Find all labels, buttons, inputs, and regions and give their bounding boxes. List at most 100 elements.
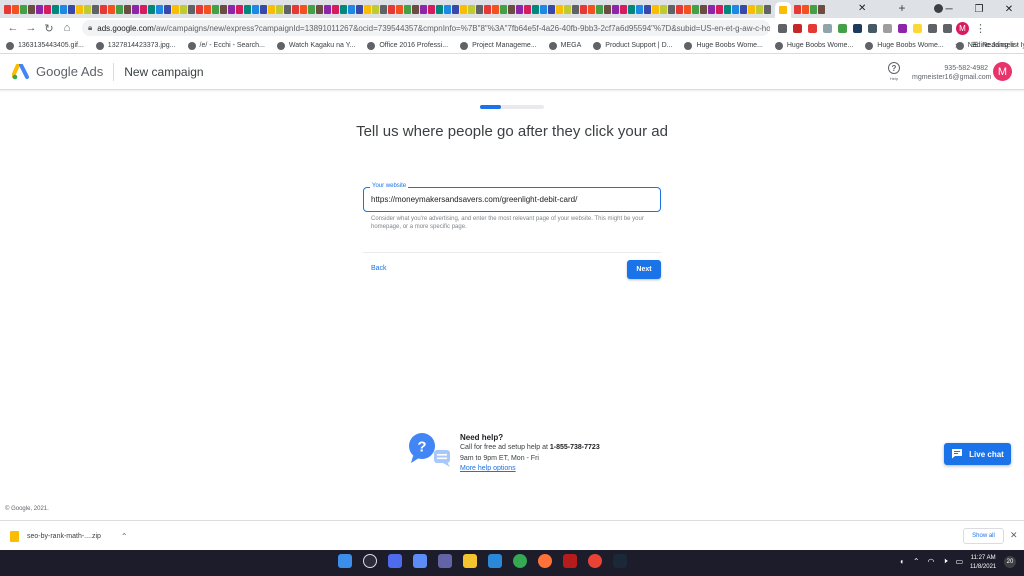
taskbar-clock[interactable]: 11:27 AM 11/8/2021	[970, 554, 996, 572]
home-icon[interactable]: ⌂	[58, 22, 76, 34]
tab-favicon-icon[interactable]	[580, 4, 587, 14]
tab-favicon-icon[interactable]	[140, 4, 147, 14]
tab-favicon-icon[interactable]	[228, 4, 235, 14]
tab-favicon-icon[interactable]	[588, 4, 595, 14]
tab-favicon-icon[interactable]	[732, 4, 739, 14]
tab-favicon-icon[interactable]	[172, 4, 179, 14]
tab-favicon-icon[interactable]	[108, 4, 115, 14]
tab-favicon-icon[interactable]	[636, 4, 643, 14]
bookmark-item[interactable]: 1327814423373.jpg...	[95, 41, 176, 50]
tab-favicon-icon[interactable]	[244, 4, 251, 14]
tab-favicon-icon[interactable]	[540, 4, 547, 14]
tab-favicon-icon[interactable]	[292, 4, 299, 14]
tab-favicon-icon[interactable]	[188, 4, 195, 14]
tab-favicon-icon[interactable]	[12, 4, 19, 14]
tab-favicon-icon[interactable]	[444, 4, 451, 14]
tab-favicon-icon[interactable]	[500, 4, 507, 14]
start-menu-icon[interactable]	[338, 554, 352, 568]
chevron-up-icon[interactable]: ⌃	[121, 532, 128, 541]
tab-favicon-icon[interactable]	[124, 4, 131, 14]
search-icon[interactable]	[363, 554, 377, 568]
reading-list-button[interactable]: ☰ Reading list	[972, 41, 1019, 50]
next-button[interactable]: Next	[627, 260, 661, 279]
tab-favicon-icon[interactable]	[516, 4, 523, 14]
tab-favicon-icon[interactable]	[236, 4, 243, 14]
bookmark-item[interactable]: Product Support | D...	[593, 41, 672, 50]
tab-favicon-icon[interactable]	[356, 4, 363, 14]
tab-favicon-icon[interactable]	[396, 4, 403, 14]
wifi-icon[interactable]: ◠	[928, 557, 935, 566]
tab-favicon-icon[interactable]	[420, 4, 427, 14]
tab-favicon-icon[interactable]	[268, 4, 275, 14]
extension-icon[interactable]	[853, 23, 862, 33]
tab-favicon-icon[interactable]	[212, 4, 219, 14]
tab-favicon-icon[interactable]	[548, 4, 555, 14]
tab-favicon-icon[interactable]	[652, 4, 659, 14]
bookmark-item[interactable]: Office 2016 Professi...	[367, 41, 448, 50]
tab-favicon-icon[interactable]	[476, 4, 483, 14]
firefox-icon[interactable]	[538, 554, 552, 568]
active-tab[interactable]	[775, 2, 791, 18]
download-item[interactable]: seo-by-rank-math-....zip ⌃	[10, 531, 128, 542]
tab-favicon-icon[interactable]	[340, 4, 347, 14]
tab-favicon-icon[interactable]	[802, 4, 809, 14]
minimize-icon[interactable]: ─	[934, 4, 964, 15]
tab-favicon-icon[interactable]	[428, 4, 435, 14]
tab-favicon-icon[interactable]	[460, 4, 467, 14]
tab-favicon-icon[interactable]	[60, 4, 67, 14]
tab-favicon-icon[interactable]	[436, 4, 443, 14]
tab-favicon-icon[interactable]	[556, 4, 563, 14]
profile-avatar[interactable]: M	[956, 21, 969, 35]
tab-favicon-icon[interactable]	[668, 4, 675, 14]
tab-favicon-icon[interactable]	[132, 4, 139, 14]
widgets-icon[interactable]	[413, 554, 427, 568]
file-explorer-icon[interactable]	[463, 554, 477, 568]
notification-badge[interactable]: 20	[1004, 556, 1016, 568]
tab-favicon-icon[interactable]	[324, 4, 331, 14]
extension-icon[interactable]	[793, 23, 802, 33]
tab-favicon-icon[interactable]	[92, 4, 99, 14]
tab-favicon-icon[interactable]	[644, 4, 651, 14]
bookmark-item[interactable]: /e/ - Ecchi - Search...	[187, 41, 265, 50]
tab-favicon-icon[interactable]	[100, 4, 107, 14]
chrome-icon[interactable]	[513, 554, 527, 568]
back-arrow-icon[interactable]: ←	[4, 22, 22, 34]
bookmark-item[interactable]: 1363135443405.gif...	[6, 41, 84, 50]
new-tab-button[interactable]: +	[893, 1, 911, 15]
tab-favicon-icon[interactable]	[660, 4, 667, 14]
forward-arrow-icon[interactable]: →	[22, 22, 40, 34]
tab-favicon-icon[interactable]	[604, 4, 611, 14]
bookmark-item[interactable]: Huge Boobs Wome...	[774, 41, 853, 50]
bookmark-item[interactable]: Huge Boobs Wome...	[865, 41, 944, 50]
address-bar[interactable]: 🔒︎ ads.google.com /aw/campaigns/new/expr…	[82, 20, 770, 36]
bookmarks-more[interactable]: »	[955, 40, 960, 50]
tab-favicon-icon[interactable]	[692, 4, 699, 14]
mail-icon[interactable]	[488, 554, 502, 568]
bookmark-item[interactable]: MEGA	[548, 41, 581, 50]
chrome-canary-icon[interactable]	[588, 554, 602, 568]
tab-favicon-icon[interactable]	[68, 4, 75, 14]
tab-favicon-icon[interactable]	[724, 4, 731, 14]
account-info[interactable]: 935-582-4982 mgmeister16@gmail.com	[912, 65, 991, 81]
tab-favicon-icon[interactable]	[364, 4, 371, 14]
close-tab-icon[interactable]: ✕	[858, 3, 866, 14]
website-input[interactable]	[371, 195, 655, 204]
tab-favicon-icon[interactable]	[756, 4, 763, 14]
tab-favicon-icon[interactable]	[524, 4, 531, 14]
tab-favicon-icon[interactable]	[180, 4, 187, 14]
tab-favicon-icon[interactable]	[596, 4, 603, 14]
extension-icon[interactable]	[883, 23, 892, 33]
tab-favicon-icon[interactable]	[748, 4, 755, 14]
tab-favicon-icon[interactable]	[316, 4, 323, 14]
tab-favicon-icon[interactable]	[20, 4, 27, 14]
show-all-button[interactable]: Show all	[963, 528, 1004, 544]
app-icon[interactable]	[563, 554, 577, 568]
tab-favicon-icon[interactable]	[708, 4, 715, 14]
tab-favicon-icon[interactable]	[284, 4, 291, 14]
tab-favicon-icon[interactable]	[76, 4, 83, 14]
teams-chat-icon[interactable]	[438, 554, 452, 568]
tab-favicon-icon[interactable]	[388, 4, 395, 14]
back-button[interactable]: Back	[371, 265, 387, 272]
tab-favicon-icon[interactable]	[84, 4, 91, 14]
tab-favicon-icon[interactable]	[300, 4, 307, 14]
